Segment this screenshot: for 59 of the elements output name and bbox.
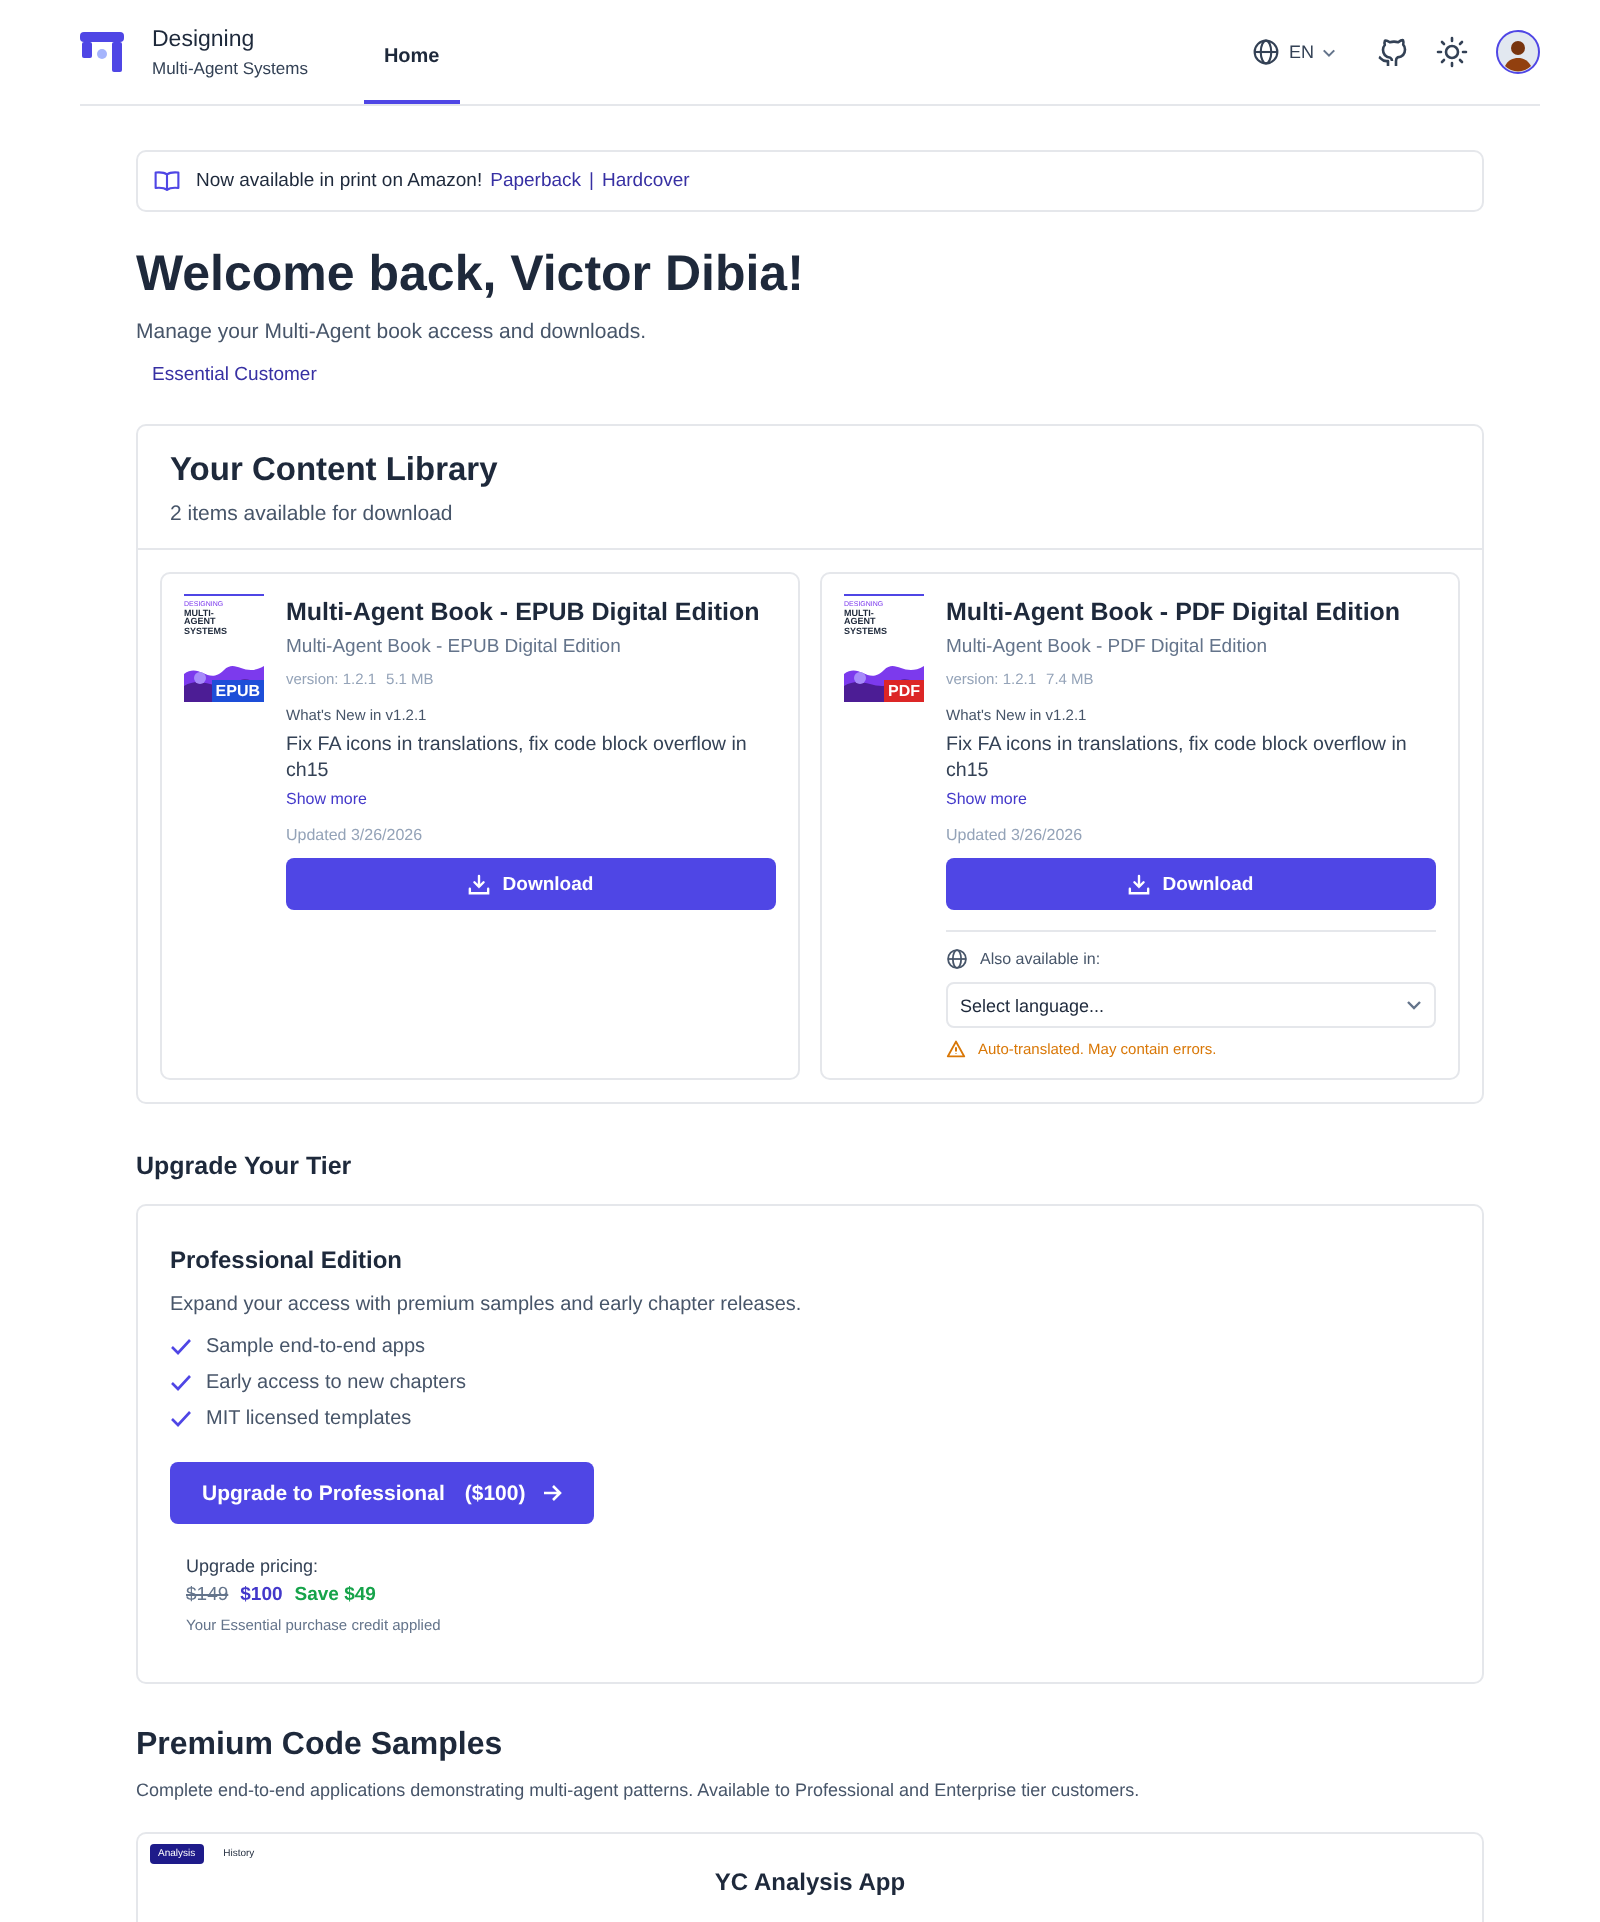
feature-text: Sample end-to-end apps bbox=[206, 1336, 426, 1358]
whats-new-text: Fix FA icons in translations, fix code block overflow in ch15 bbox=[286, 732, 749, 784]
nav-tab[interactable]: Home bbox=[363, 0, 460, 104]
check-icon bbox=[170, 1374, 192, 1392]
hardcover-link[interactable]: Hardcover bbox=[602, 170, 690, 192]
paperback-link[interactable]: Paperback bbox=[490, 170, 582, 192]
language-select[interactable]: Select language... bbox=[946, 982, 1436, 1028]
globe-icon bbox=[1252, 38, 1281, 66]
avatar[interactable] bbox=[1496, 30, 1540, 74]
product-subtitle: Multi-Agent Book - EPUB Digital Edition bbox=[286, 636, 623, 658]
section-heading: Premium Code Samples bbox=[136, 1728, 505, 1764]
pricing-label: Upgrade pricing: bbox=[186, 1556, 321, 1576]
upgrade-button[interactable]: Upgrade to Professional ($100) bbox=[170, 1462, 594, 1524]
feature-text: Early access to new chapters bbox=[206, 1372, 467, 1394]
check-icon bbox=[170, 1410, 192, 1428]
download-icon bbox=[1128, 873, 1151, 895]
whats-new-text: Fix FA icons in translations, fix code block overflow in ch15 bbox=[946, 732, 1409, 784]
welcome-heading: Welcome back, Victor Dibia! bbox=[136, 246, 806, 304]
site-subtitle: Multi-Agent Systems bbox=[152, 57, 308, 77]
app-title: YC Analysis App bbox=[712, 1868, 908, 1896]
also-available-label: Also available in: bbox=[980, 950, 1101, 968]
format-badge: PDF bbox=[884, 680, 924, 702]
github-icon[interactable] bbox=[1376, 36, 1408, 68]
customer-tier-label: Essential Customer bbox=[152, 364, 317, 386]
language-button[interactable]: EN bbox=[1252, 38, 1336, 66]
product-title: Multi-Agent Book - PDF Digital Edition bbox=[946, 598, 1403, 626]
welcome-subtitle: Manage your Multi-Agent book access and downloads. bbox=[136, 320, 649, 344]
section-description: Complete end-to-end applications demonstrating multi-agent patterns. Available to Professional and Enterprise tier customers. bbox=[136, 1780, 1142, 1800]
updated-date: Updated 3/26/2026 bbox=[286, 826, 425, 844]
format-badge: EPUB bbox=[211, 680, 264, 702]
show-more-link[interactable]: Show more bbox=[286, 790, 776, 808]
caret-icon bbox=[1406, 1000, 1422, 1010]
caret-icon bbox=[1322, 47, 1336, 57]
product-subtitle: Multi-Agent Book - PDF Digital Edition bbox=[946, 636, 1270, 658]
announcement-text: Now available in print on Amazon! bbox=[196, 170, 483, 192]
logo-icon bbox=[80, 30, 124, 74]
download-button[interactable]: Download bbox=[946, 858, 1436, 910]
section-heading: Upgrade Your Tier bbox=[136, 1152, 354, 1180]
warning-icon bbox=[946, 1040, 966, 1058]
site-title: Designing bbox=[152, 27, 257, 51]
original-price: $149 bbox=[186, 1584, 229, 1606]
show-more-link[interactable]: Show more bbox=[946, 790, 1436, 808]
edition-title: Professional Edition bbox=[170, 1246, 405, 1274]
library-title: Your Content Library bbox=[170, 452, 500, 490]
savings-text: Save $49 bbox=[294, 1584, 376, 1606]
download-button[interactable]: Download bbox=[286, 858, 776, 910]
sun-icon[interactable] bbox=[1436, 36, 1468, 68]
library-count: 2 items available for download bbox=[170, 502, 455, 526]
separator: | bbox=[589, 170, 594, 192]
globe-icon bbox=[946, 948, 968, 970]
download-icon bbox=[468, 873, 491, 895]
product-title: Multi-Agent Book - EPUB Digital Edition bbox=[286, 598, 762, 626]
arrow-right-icon bbox=[541, 1484, 562, 1502]
check-icon bbox=[170, 1338, 192, 1356]
feature-text: MIT licensed templates bbox=[206, 1408, 412, 1430]
updated-date: Updated 3/26/2026 bbox=[946, 826, 1085, 844]
edition-description: Expand your access with premium samples and early chapter releases. bbox=[170, 1294, 804, 1316]
book-icon bbox=[154, 170, 180, 192]
upgrade-price: $100 bbox=[240, 1584, 283, 1606]
